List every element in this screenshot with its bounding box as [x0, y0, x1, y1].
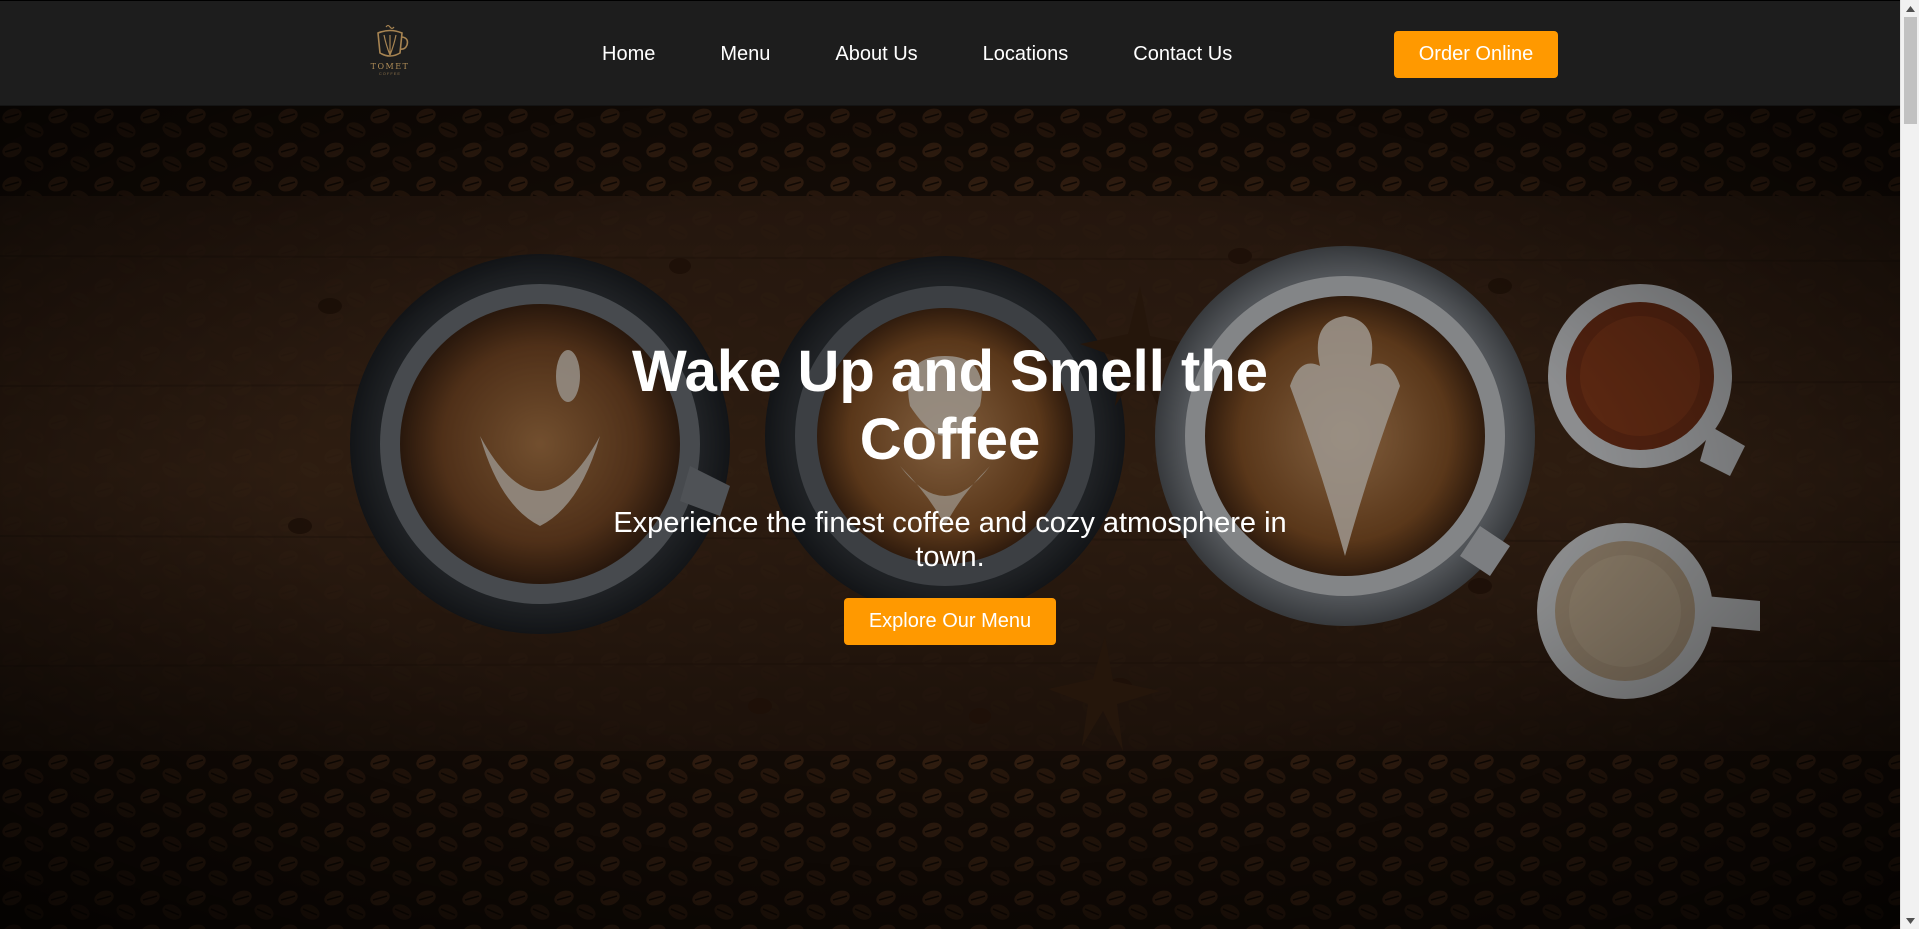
coffee-cup-logo-icon	[377, 24, 409, 57]
nav-item-menu[interactable]: Menu	[720, 43, 770, 66]
order-online-button[interactable]: Order Online	[1394, 31, 1558, 78]
nav-item-contact-us[interactable]: Contact Us	[1133, 43, 1232, 66]
logo[interactable]: TOMET COFFEE	[362, 23, 418, 81]
nav-item-home[interactable]: Home	[602, 43, 655, 66]
scrollbar-thumb[interactable]	[1904, 17, 1917, 124]
explore-menu-button[interactable]: Explore Our Menu	[843, 598, 1057, 645]
brand-tagline: COFFEE	[378, 71, 402, 76]
main-nav: Home Menu About Us Locations Contact Us	[602, 1, 1232, 107]
brand-name: TOMET	[370, 62, 410, 71]
scroll-down-button[interactable]	[1901, 912, 1919, 929]
nav-item-about-us[interactable]: About Us	[835, 43, 917, 66]
site-header: TOMET COFFEE Home Menu About Us Location…	[0, 0, 1900, 106]
triangle-up-icon	[1906, 5, 1915, 12]
page-scrollbar[interactable]	[1900, 0, 1919, 929]
triangle-down-icon	[1906, 917, 1915, 924]
page: Wake Up and Smell the Coffee Experience …	[0, 0, 1900, 929]
scroll-up-button[interactable]	[1901, 0, 1919, 17]
hero-title: Wake Up and Smell the Coffee	[632, 339, 1268, 472]
hero-section: Wake Up and Smell the Coffee Experience …	[0, 106, 1900, 929]
nav-item-locations[interactable]: Locations	[983, 43, 1069, 66]
hero-subtitle: Experience the finest coffee and cozy at…	[613, 507, 1287, 573]
hero-content: Wake Up and Smell the Coffee Experience …	[560, 338, 1340, 645]
